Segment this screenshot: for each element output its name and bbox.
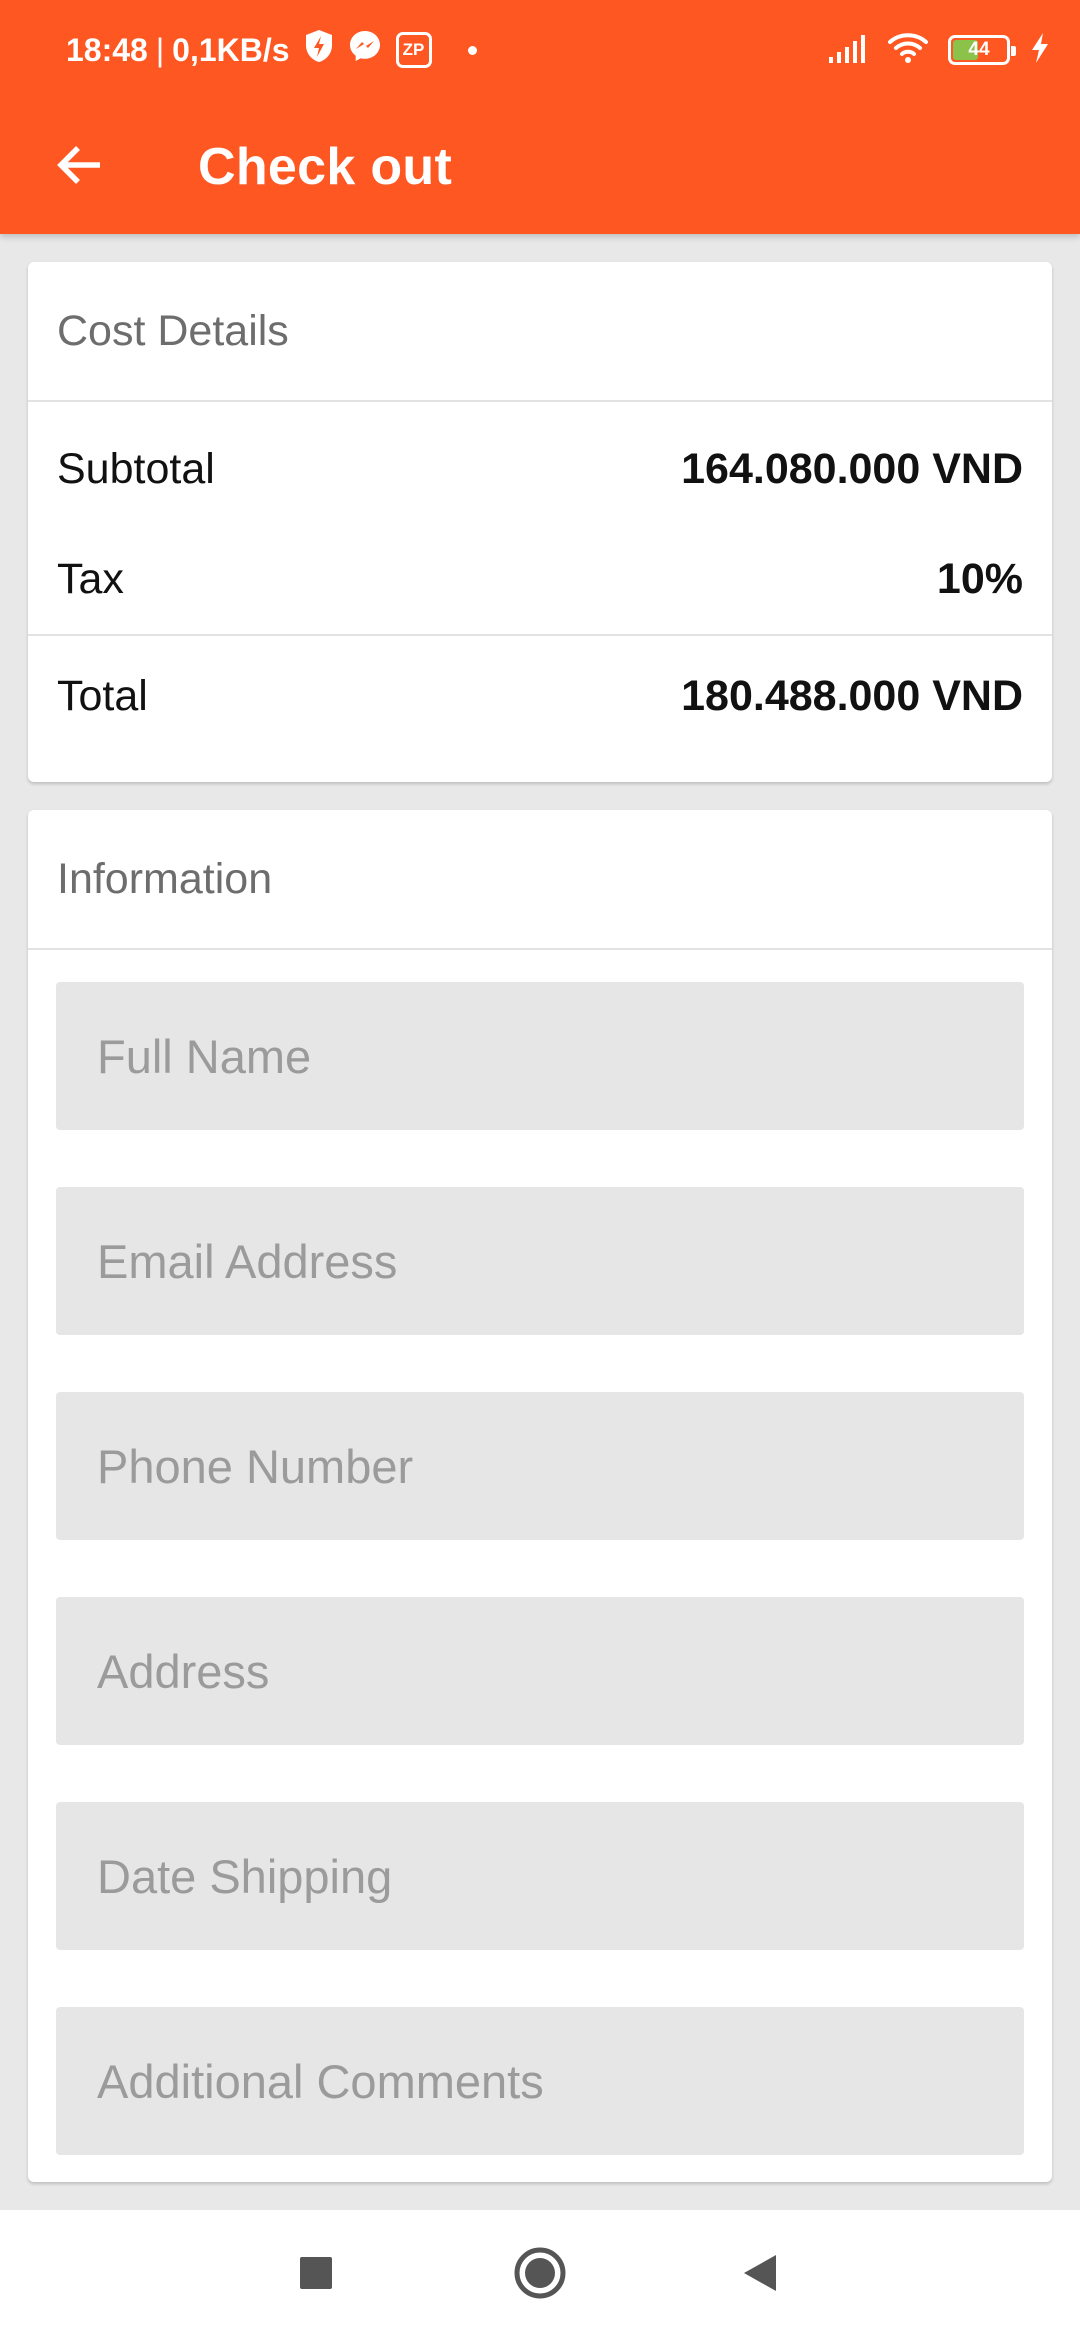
subtotal-value: 164.080.000 VND	[681, 444, 1023, 493]
battery-icon: 44	[948, 35, 1016, 65]
tax-row: Tax 10%	[28, 524, 1052, 634]
status-time: 18:48	[66, 31, 148, 68]
total-label: Total	[57, 671, 148, 720]
charging-icon	[1030, 32, 1050, 69]
subtotal-row: Subtotal 164.080.000 VND	[28, 402, 1052, 524]
total-row: Total 180.488.000 VND	[28, 636, 1052, 756]
date-shipping-input[interactable]	[56, 1802, 1024, 1950]
toolbar: Check out	[0, 100, 1080, 234]
information-card: Information	[28, 810, 1052, 2182]
recents-button[interactable]	[276, 2235, 356, 2315]
shield-bolt-icon	[304, 29, 334, 71]
zp-icon: ZP	[395, 32, 432, 68]
page-title: Check out	[198, 138, 453, 196]
phone-number-input[interactable]	[56, 1392, 1024, 1540]
tax-value: 10%	[936, 554, 1023, 603]
system-back-button[interactable]	[720, 2235, 800, 2315]
address-input[interactable]	[56, 1597, 1024, 1745]
tax-label: Tax	[57, 554, 124, 603]
zp-label: ZP	[402, 40, 425, 59]
status-bar: 18:48 | 0,1KB/s ZP 44	[0, 0, 1080, 100]
messenger-icon	[348, 29, 382, 71]
arrow-left-icon	[56, 143, 104, 192]
status-separator: |	[155, 31, 165, 68]
subtotal-label: Subtotal	[57, 444, 215, 493]
back-button[interactable]	[40, 127, 120, 207]
battery-nub	[1011, 46, 1016, 56]
notification-dot-icon	[467, 45, 477, 55]
home-button[interactable]	[500, 2235, 580, 2315]
recents-square-icon	[299, 2256, 333, 2295]
email-address-input[interactable]	[56, 1187, 1024, 1335]
total-value: 180.488.000 VND	[681, 671, 1023, 720]
signal-icon	[828, 33, 868, 68]
status-left: 18:48 | 0,1KB/s ZP	[66, 28, 477, 72]
navigation-bar	[0, 2210, 1080, 2340]
back-triangle-icon	[742, 2253, 778, 2298]
status-network-speed: 0,1KB/s	[172, 31, 290, 68]
status-right: 44	[828, 28, 1050, 72]
wifi-icon	[888, 32, 928, 69]
full-name-input[interactable]	[56, 982, 1024, 1130]
app-bar: 18:48 | 0,1KB/s ZP 44 Check out	[0, 0, 1080, 234]
information-heading: Information	[28, 810, 1052, 950]
cost-details-heading: Cost Details	[28, 262, 1052, 402]
battery-percent: 44	[968, 39, 990, 60]
home-circle-icon	[513, 2246, 567, 2305]
cost-details-card: Cost Details Subtotal 164.080.000 VND Ta…	[28, 262, 1052, 782]
additional-comments-input[interactable]	[56, 2007, 1024, 2155]
